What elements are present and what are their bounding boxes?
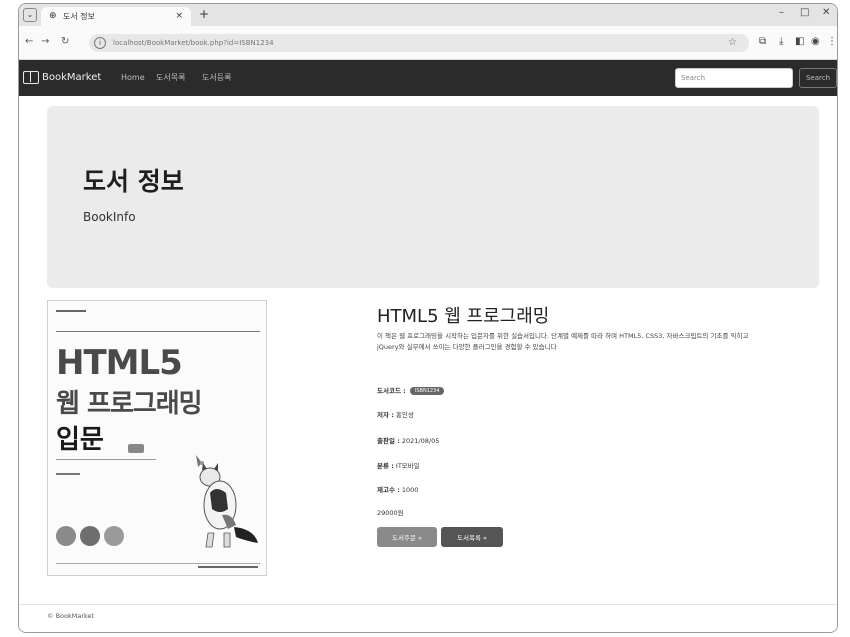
cover-footer-mark [198, 565, 258, 572]
tab-search-icon[interactable]: ⌄ [23, 8, 37, 22]
browser-toolbar: ← → ↻ i localhost/BookMarket/book.php?id… [19, 26, 837, 60]
cover-publisher-mark [56, 309, 86, 316]
menu-icon[interactable]: ⋮ [827, 36, 837, 47]
tab-strip: ⌄ ⊕ 도서 정보 × + – □ ✕ [19, 4, 837, 26]
book-date-value: 2021/08/05 [401, 437, 440, 445]
cover-title-line1: HTML5 [56, 343, 183, 383]
book-category-label: 분류 : [377, 462, 394, 470]
book-price: 29000원 [377, 509, 404, 517]
search-input[interactable] [675, 68, 793, 88]
book-code-row: 도서코드 : ISBN1234 [377, 385, 445, 395]
brand-link[interactable]: BookMarket [42, 60, 101, 96]
cover-author-mark [56, 472, 80, 478]
cover-badge-3 [104, 526, 124, 546]
cover-title-line3: 입문 [56, 425, 104, 455]
new-tab-button[interactable]: + [199, 7, 209, 21]
footer-copyright: © BookMarket [47, 612, 95, 620]
extensions-icon[interactable]: ⧉ [759, 36, 766, 47]
search-button[interactable]: Search [799, 68, 837, 88]
reload-icon[interactable]: ↻ [61, 36, 69, 47]
sidebar-icon[interactable]: ◧ [795, 36, 804, 47]
site-info-icon[interactable]: i [94, 37, 106, 49]
book-stock-row: 재고수 : 1000 [377, 484, 418, 494]
cover-edition-badge [128, 444, 144, 453]
cover-title-line2: 웹 프로그래밍 [56, 389, 203, 419]
nav-link-home[interactable]: Home [121, 60, 145, 96]
download-icon[interactable]: ⤓ [779, 36, 783, 47]
book-code-label: 도서코드 : [377, 387, 406, 395]
cover-badge-2 [80, 526, 100, 546]
book-author-label: 저자 : [377, 411, 394, 419]
cat-illustration-icon [196, 455, 258, 548]
book-category-row: 분류 : IT모바일 [377, 460, 420, 470]
browser-tab[interactable]: ⊕ 도서 정보 × [41, 7, 191, 26]
forward-icon[interactable]: → [41, 36, 49, 47]
page-subtitle: BookInfo [83, 210, 136, 224]
book-stock-label: 재고수 : [377, 486, 400, 494]
back-icon[interactable]: ← [25, 36, 33, 47]
cover-badge-1 [56, 526, 76, 546]
book-date-row: 출판일 : 2021/08/05 [377, 435, 439, 445]
profile-icon[interactable]: ◉ [811, 36, 820, 47]
jumbotron: 도서 정보 BookInfo [47, 106, 819, 288]
book-title: HTML5 웹 프로그래밍 [377, 306, 550, 327]
browser-window: ⌄ ⊕ 도서 정보 × + – □ ✕ ← → ↻ i localhost/Bo… [18, 3, 838, 633]
order-book-button[interactable]: 도서주문 » [377, 527, 437, 547]
maximize-icon[interactable]: □ [800, 7, 809, 18]
cover-footer-bar [198, 566, 258, 568]
book-author-row: 저자 : 홍인성 [377, 409, 414, 419]
cover-author-bar [56, 473, 80, 475]
address-bar[interactable]: i localhost/BookMarket/book.php?id=ISBN1… [89, 34, 749, 52]
cover-footer-rule [56, 563, 260, 564]
cover-rule [56, 331, 260, 332]
page-title: 도서 정보 [83, 167, 184, 196]
minimize-icon[interactable]: – [779, 7, 784, 18]
page-content: 도서 정보 BookInfo HTML5 웹 프로그래밍 입문 HTML5 웹 … [19, 96, 837, 632]
cover-publisher-bar [56, 310, 86, 312]
site-navbar: BookMarket Home 도서목록 도서등록 Search [19, 60, 837, 96]
book-date-label: 출판일 : [377, 437, 400, 445]
tab-title: 도서 정보 [63, 12, 95, 21]
book-cover-image: HTML5 웹 프로그래밍 입문 [47, 300, 267, 576]
cover-rule-short [56, 459, 156, 460]
book-description: 이 책은 웹 프로그래밍을 시작하는 입문자를 위한 실습서입니다. 단계별 예… [377, 332, 749, 351]
globe-icon: ⊕ [49, 11, 57, 21]
nav-link-book-register[interactable]: 도서등록 [202, 60, 231, 96]
book-list-button[interactable]: 도서목록 » [441, 527, 503, 547]
book-stock-value: 1000 [401, 486, 419, 494]
book-code-badge: ISBN1234 [409, 387, 445, 395]
bookmark-star-icon[interactable]: ☆ [728, 34, 737, 52]
book-author-value: 홍인성 [395, 411, 414, 419]
url-text: localhost/BookMarket/book.php?id=ISBN123… [113, 39, 274, 47]
close-window-icon[interactable]: ✕ [822, 7, 830, 18]
tab-close-icon[interactable]: × [175, 7, 183, 26]
book-icon [23, 71, 39, 84]
book-category-value: IT모바일 [395, 462, 420, 470]
nav-link-book-list[interactable]: 도서목록 [156, 60, 185, 96]
footer-divider [19, 604, 837, 605]
